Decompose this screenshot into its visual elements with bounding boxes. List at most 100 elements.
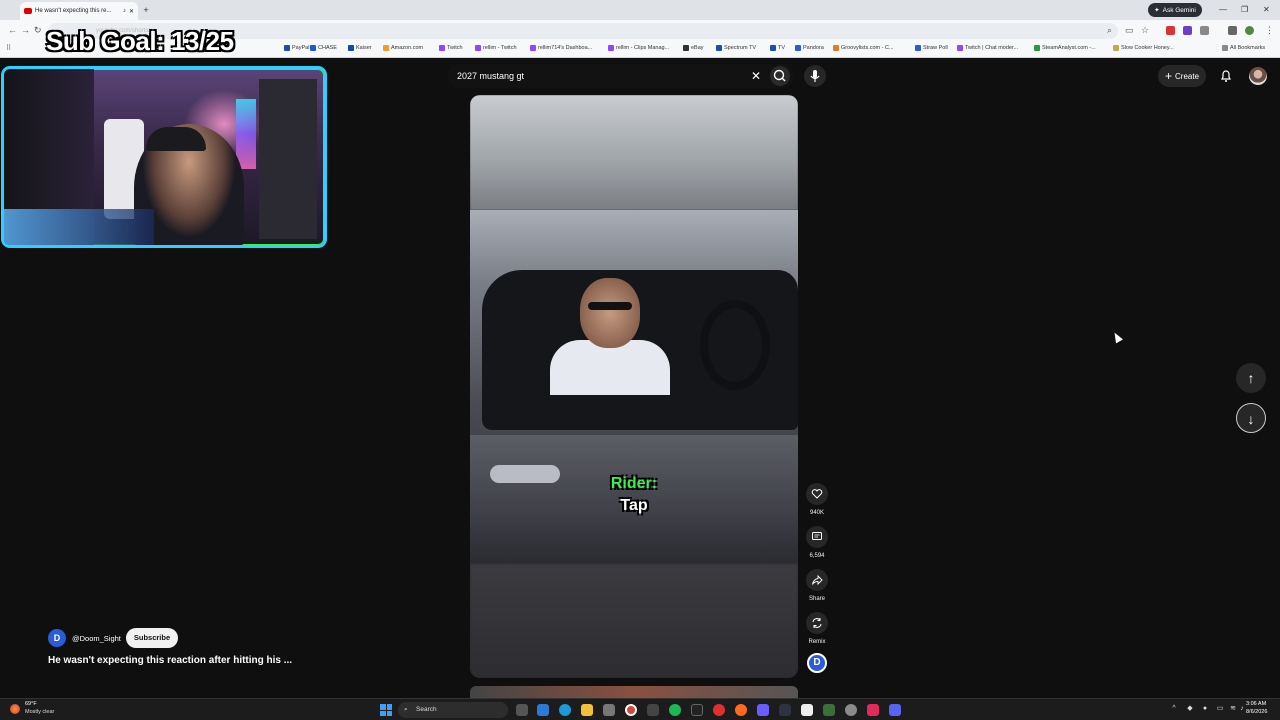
firefox-icon[interactable] bbox=[735, 704, 747, 716]
bookmark-item[interactable]: Twitch | Chat moder... bbox=[957, 45, 1018, 51]
bookmark-item[interactable]: Groovylists.com - C... bbox=[833, 45, 894, 51]
close-window-button[interactable]: ✕ bbox=[1263, 5, 1270, 14]
notifications-bell-icon[interactable] bbox=[1219, 69, 1233, 83]
bookmark-item[interactable]: CHASE bbox=[310, 45, 337, 51]
ask-gemini-button[interactable]: ✦ Ask Gemini bbox=[1148, 3, 1202, 17]
steam-icon[interactable] bbox=[779, 704, 791, 716]
new-tab-button[interactable]: + bbox=[141, 5, 151, 15]
taskbar-search[interactable]: ⌕ Search bbox=[398, 702, 508, 718]
settings-icon[interactable] bbox=[845, 704, 857, 716]
share-label: Share bbox=[808, 596, 825, 602]
obs-icon[interactable] bbox=[713, 704, 725, 716]
file-explorer-icon[interactable] bbox=[581, 704, 593, 716]
minimize-button[interactable]: — bbox=[1219, 5, 1227, 14]
bookmark-item[interactable]: Amazon.com bbox=[383, 45, 423, 51]
bookmark-item[interactable]: PayPal bbox=[284, 45, 309, 51]
app-icon[interactable] bbox=[647, 704, 659, 716]
zoom-icon[interactable]: ⌕ bbox=[1107, 25, 1112, 36]
subscribe-button[interactable]: Subscribe bbox=[126, 628, 178, 648]
more-icon[interactable]: ⋮ bbox=[1265, 25, 1274, 36]
discord-icon[interactable] bbox=[889, 704, 901, 716]
app-icon[interactable] bbox=[823, 704, 835, 716]
share-button[interactable] bbox=[806, 569, 828, 591]
profile-icon[interactable] bbox=[1245, 26, 1254, 35]
bookmark-item[interactable]: Pandora bbox=[795, 45, 824, 51]
maximize-button[interactable]: ❐ bbox=[1241, 5, 1248, 14]
like-button[interactable] bbox=[806, 483, 828, 505]
bookmark-star-icon[interactable]: ☆ bbox=[1141, 25, 1149, 36]
search-button[interactable] bbox=[770, 66, 790, 86]
shorts-video-player[interactable]: Rider: Tap bbox=[470, 95, 798, 678]
apps-icon[interactable]: ⠿ bbox=[6, 44, 11, 52]
channel-avatar[interactable]: D bbox=[48, 629, 66, 647]
next-short-button[interactable]: ↓ bbox=[1236, 403, 1266, 433]
bookmark-item[interactable]: Slow Cooker Honey... bbox=[1113, 45, 1174, 51]
all-bookmarks[interactable]: All Bookmarks bbox=[1222, 45, 1265, 51]
copilot-icon[interactable] bbox=[537, 704, 549, 716]
tray-chevron-icon[interactable]: ^ bbox=[1170, 705, 1178, 713]
bookmark-item[interactable]: rellim - Twitch bbox=[475, 45, 517, 51]
bookmark-item[interactable]: Straw Poll bbox=[915, 45, 948, 51]
chrome-icon[interactable] bbox=[625, 704, 637, 716]
volume-icon[interactable]: ♪ bbox=[1238, 705, 1246, 713]
audio-icon[interactable]: ♪ bbox=[123, 8, 126, 14]
extensions-puzzle-icon[interactable] bbox=[1200, 26, 1209, 35]
comments-button[interactable] bbox=[806, 526, 828, 548]
clock-date[interactable]: 8/6/2026 bbox=[1246, 709, 1267, 715]
tray-mic-icon[interactable]: ● bbox=[1201, 705, 1209, 713]
task-view-icon[interactable] bbox=[516, 704, 528, 716]
tiktok-icon[interactable] bbox=[867, 704, 879, 716]
bookmark-item[interactable]: Spectrum TV bbox=[716, 45, 756, 51]
store-icon[interactable] bbox=[603, 704, 615, 716]
extension-icon[interactable] bbox=[1183, 26, 1192, 35]
previous-short-button[interactable]: ↑ bbox=[1236, 363, 1266, 393]
search-icon bbox=[773, 69, 786, 82]
comments-action[interactable]: 6,594 bbox=[806, 526, 828, 559]
bookmark-item[interactable]: Kaiser bbox=[348, 45, 372, 51]
bookmark-item[interactable]: rellim714's Dashboa... bbox=[530, 45, 592, 51]
clear-search-icon[interactable]: ✕ bbox=[750, 68, 762, 84]
sub-goal-overlay: Sub Goal: 13/25 bbox=[46, 26, 234, 56]
create-button[interactable]: + Create bbox=[1158, 65, 1206, 87]
search-input[interactable]: 2027 mustang gt bbox=[448, 64, 794, 88]
bookmark-item[interactable]: SteamAnalyst.com -... bbox=[1034, 45, 1096, 51]
back-icon[interactable]: ← bbox=[8, 25, 17, 35]
voice-search-button[interactable] bbox=[804, 65, 826, 87]
comment-count: 6,594 bbox=[809, 553, 825, 559]
video-title[interactable]: He wasn't expecting this reaction after … bbox=[48, 655, 292, 666]
reload-icon[interactable]: ↻ bbox=[34, 25, 42, 36]
weather-temperature[interactable]: 69°F bbox=[25, 701, 37, 707]
account-avatar[interactable] bbox=[1249, 67, 1267, 85]
like-action[interactable]: 940K bbox=[806, 483, 828, 516]
bookmark-item[interactable]: rellim - Clips Manag... bbox=[608, 45, 669, 51]
tray-app-icon[interactable]: ◆ bbox=[1186, 705, 1194, 713]
bookmark-item[interactable]: Twitch bbox=[439, 45, 463, 51]
tray-monitor-icon[interactable]: ▭ bbox=[1216, 705, 1224, 713]
channel-avatar-button[interactable]: D bbox=[807, 653, 827, 673]
channel-name[interactable]: @Doom_Sight bbox=[72, 634, 121, 643]
install-icon[interactable]: ▭ bbox=[1125, 25, 1134, 36]
clock-time[interactable]: 3:06 AM bbox=[1246, 701, 1266, 707]
wifi-icon[interactable]: ≋ bbox=[1229, 705, 1237, 713]
bookmark-item[interactable]: eBay bbox=[683, 45, 704, 51]
start-button[interactable] bbox=[380, 704, 392, 716]
share-action[interactable]: Share bbox=[806, 569, 828, 602]
remix-label: Remix bbox=[808, 639, 826, 645]
weather-description[interactable]: Mostly clear bbox=[25, 709, 54, 715]
spotify-icon[interactable] bbox=[669, 704, 681, 716]
bookmark-item[interactable]: TV bbox=[770, 45, 785, 51]
edge-icon[interactable] bbox=[559, 704, 571, 716]
app-icon[interactable] bbox=[757, 704, 769, 716]
webcam-overlay bbox=[1, 66, 327, 248]
menu-icon[interactable] bbox=[1228, 26, 1237, 35]
forward-icon[interactable]: → bbox=[21, 25, 30, 35]
app-icon[interactable] bbox=[801, 704, 813, 716]
terminal-icon[interactable] bbox=[691, 704, 703, 716]
remix-action[interactable]: Remix bbox=[806, 612, 828, 645]
close-tab-icon[interactable]: ✕ bbox=[129, 8, 134, 15]
remix-button[interactable] bbox=[806, 612, 828, 634]
browser-tab-bar: He wasn't expecting this re... ♪ ✕ + ✦ A… bbox=[0, 0, 1280, 20]
extension-icon[interactable] bbox=[1166, 26, 1175, 35]
weather-icon[interactable] bbox=[10, 704, 20, 714]
browser-tab-active[interactable]: He wasn't expecting this re... ♪ ✕ bbox=[20, 2, 138, 20]
